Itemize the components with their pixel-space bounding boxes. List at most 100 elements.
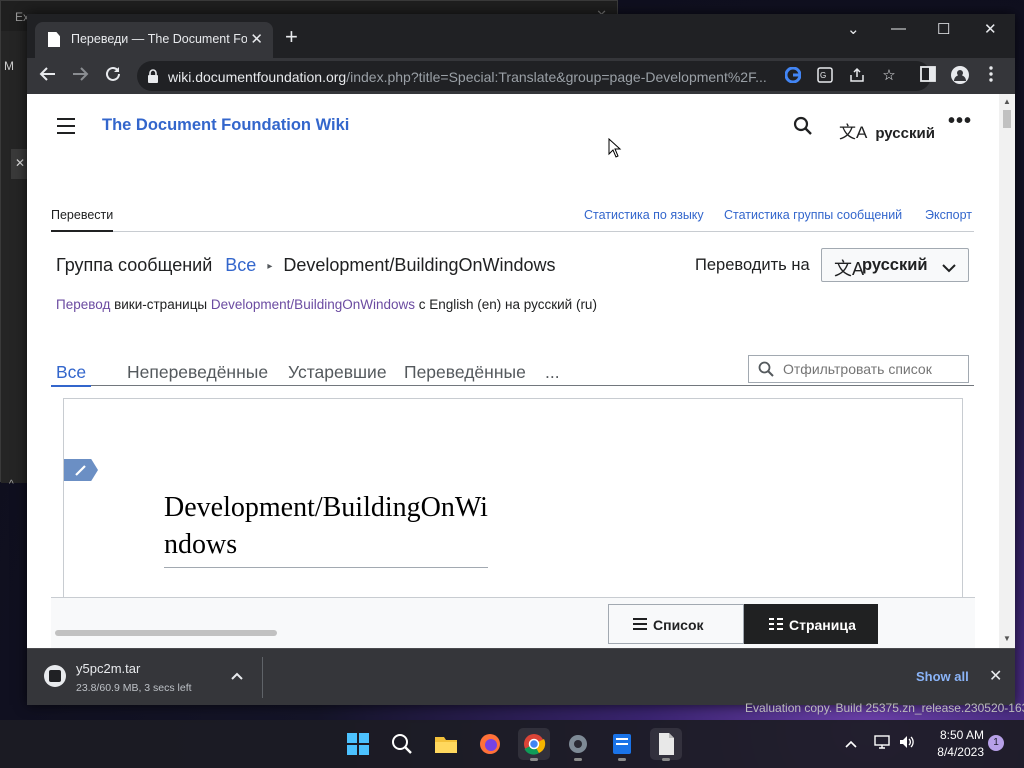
download-file-name[interactable]: y5pc2m.tar [76,661,140,676]
horizontal-scrollbar[interactable] [55,630,277,636]
taskbar-search-icon[interactable] [386,728,418,760]
source-page-link[interactable]: Development/BuildingOnWindows [211,297,415,312]
widgets-app-icon[interactable] [606,728,638,761]
translation-link[interactable]: Перевод [56,297,110,312]
settings-gear-icon[interactable] [562,728,594,761]
target-language-select[interactable]: 文A русский [821,248,969,282]
view-switcher-bar: Список Страница [51,597,975,648]
svg-text:G: G [820,71,826,80]
page-view-label: Страница [789,617,856,633]
preview-page-title: Development/BuildingOnWindows [164,489,488,568]
scrollbar-thumb[interactable] [1003,110,1011,128]
file-explorer-icon[interactable] [430,728,462,760]
filter-tab-more[interactable]: ... [545,362,560,383]
firefox-icon[interactable] [474,728,506,760]
list-icon [633,618,647,630]
language-icon: 文A [839,123,868,142]
edit-pencil-icon[interactable] [64,459,98,481]
evaluation-watermark: Evaluation copy. Build 25375.zn_release.… [745,701,1024,715]
chrome-menu-icon[interactable] [988,66,994,87]
running-indicator [618,758,626,761]
running-indicator [574,758,582,761]
side-panel-icon[interactable] [920,66,936,87]
all-groups-link[interactable]: Все [225,255,256,275]
maximize-button[interactable]: ☐ [937,20,950,38]
language-switcher[interactable]: 文A русский [839,118,935,143]
downloads-bar: y5pc2m.tar 23.8/60.9 MB, 3 secs left Sho… [27,648,1015,705]
new-tab-button[interactable]: + [285,26,298,48]
page-favicon-icon [48,32,60,47]
background-caret-icon: ^ [9,479,14,490]
download-progress-icon[interactable] [44,665,66,687]
taskbar: 8:50 AM 8/4/2023 1 [0,720,1024,768]
reload-icon[interactable] [104,65,122,87]
filter-list-box[interactable] [748,355,969,383]
volume-icon[interactable] [899,735,915,752]
tab-group-statistics[interactable]: Статистика группы сообщений [724,208,902,222]
search-icon[interactable] [793,116,813,141]
google-translate-g-icon[interactable] [784,66,802,85]
network-icon[interactable] [874,735,890,752]
translate-page-icon[interactable]: G [816,67,834,85]
message-group-label: Группа сообщений [56,255,213,275]
browser-tab-active[interactable]: Переведи — The Document Foundation Wiki … [35,22,273,58]
start-windows-icon[interactable] [342,728,374,760]
close-downloads-bar-icon[interactable]: ✕ [989,666,1002,686]
forward-arrow-icon[interactable] [71,65,89,87]
scroll-up-arrow-icon[interactable]: ▲ [1003,97,1011,106]
filter-tab-untranslated[interactable]: Непереведённые [127,362,268,383]
hamburger-menu-icon[interactable] [57,118,75,139]
document-app-icon[interactable] [650,728,682,761]
tab-strip: Переведи — The Document Foundation Wiki … [27,14,1015,58]
language-label: русский [875,125,935,142]
search-icon [758,361,774,377]
page-view-button[interactable]: Страница [744,604,878,644]
close-window-button[interactable]: ✕ [984,20,997,38]
tab-search-icon[interactable]: ⌄ [847,20,860,38]
scroll-down-arrow-icon[interactable]: ▼ [1003,634,1011,643]
address-bar[interactable]: wiki.documentfoundation.org/index.php?ti… [137,61,931,91]
tab-translate[interactable]: Перевести [51,208,114,232]
mouse-cursor-icon [608,138,622,158]
language-icon: 文A [834,259,865,279]
vertical-scrollbar[interactable]: ▲ ▼ [999,94,1015,648]
show-all-downloads-button[interactable]: Show all [916,669,969,684]
filter-list-input[interactable] [783,361,963,377]
download-options-chevron-icon[interactable] [231,669,243,683]
chevron-down-icon [942,259,956,278]
filter-tab-translated[interactable]: Переведённые [404,362,526,383]
message-group-name[interactable]: Development/BuildingOnWindows [283,255,555,275]
filter-tab-outdated[interactable]: Устаревшие [288,362,387,383]
bookmark-star-icon[interactable]: ☆ [880,67,898,85]
tab-close-icon[interactable]: ✕ [250,30,263,48]
filter-tab-all[interactable]: Все [51,362,92,387]
wiki-site-title[interactable]: The Document Foundation Wiki [102,116,349,135]
tab-language-statistics[interactable]: Статистика по языку [584,208,704,222]
notification-badge[interactable]: 1 [988,735,1004,751]
minimize-button[interactable]: — [891,20,906,37]
browser-window: Переведи — The Document Foundation Wiki … [27,14,1015,705]
profile-avatar-icon[interactable] [951,66,969,89]
background-close-tab-icon[interactable]: ✕ [11,149,27,179]
system-clock[interactable]: 8:50 AM 8/4/2023 [928,727,984,761]
url-text[interactable]: wiki.documentfoundation.org/index.php?ti… [168,69,778,85]
message-group-breadcrumb: Группа сообщений Все ▸ Development/Build… [56,255,556,276]
page-grid-icon [769,618,783,630]
translate-tabs: Перевести Статистика по языку Статистика… [51,208,974,232]
chrome-taskbar-icon[interactable] [518,728,550,761]
list-view-label: Список [653,617,704,633]
show-hidden-icons-chevron-icon[interactable] [845,736,857,751]
back-arrow-icon[interactable] [39,65,57,87]
list-view-button[interactable]: Список [608,604,744,644]
browser-tab-title: Переведи — The Document Foundation Wiki [71,32,247,46]
background-sidebar: M ✕ ^ [1,31,27,490]
more-options-icon[interactable]: ••• [948,110,972,133]
lock-icon[interactable] [147,69,159,83]
browser-toolbar: wiki.documentfoundation.org/index.php?ti… [27,58,1015,94]
running-indicator [662,758,670,761]
tab-export[interactable]: Экспорт [925,208,972,222]
translate-into-label: Переводить на [695,256,810,274]
selected-language: русский [862,256,928,274]
share-icon[interactable] [848,67,866,85]
downloads-divider [262,657,263,698]
